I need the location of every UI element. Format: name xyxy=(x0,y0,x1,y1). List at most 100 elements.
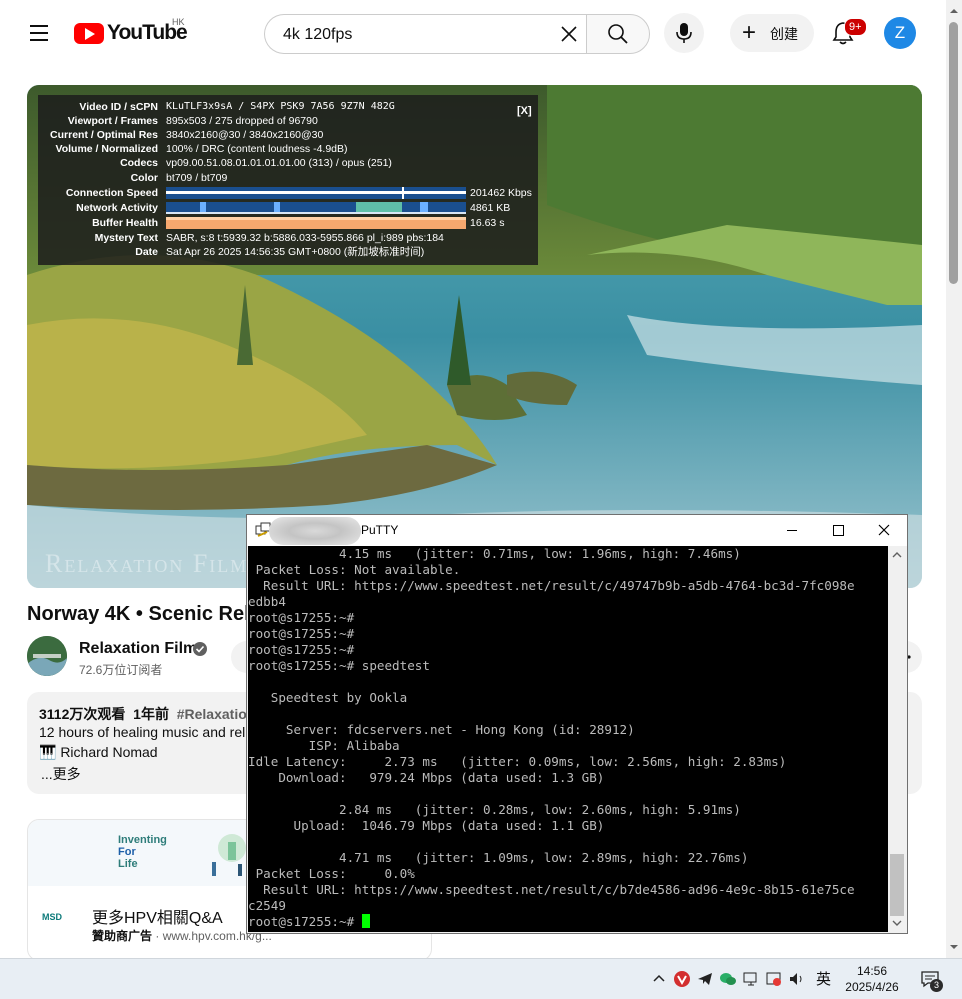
putty-window[interactable]: PuTTY 4.15 ms (jitter: 0.71ms, low: 1.96… xyxy=(246,514,908,934)
stats-value: 100% / DRC (content loudness -4.9dB) xyxy=(166,143,348,155)
telegram-tray-icon[interactable] xyxy=(696,970,714,988)
stats-label: Viewport / Frames xyxy=(67,115,158,127)
connection-speed-value: 201462 Kbps xyxy=(470,187,532,199)
terminal-prompt-line[interactable]: root@s17255:~# xyxy=(248,914,370,930)
terminal-line: Result URL: https://www.speedtest.net/re… xyxy=(248,882,855,897)
stats-row: Color bt709 / bt709 xyxy=(38,171,538,185)
stats-label: Video ID / sCPN xyxy=(79,101,158,113)
sponsored-label: 贊助商广告 xyxy=(92,929,153,943)
ad-slogan-line: For xyxy=(118,846,136,858)
close-button[interactable] xyxy=(861,515,907,546)
verified-badge-icon xyxy=(193,642,207,656)
terminal-scroll-thumb[interactable] xyxy=(890,854,904,916)
terminal-line: Speedtest by Ookla xyxy=(248,690,408,705)
terminal-scrollbar[interactable] xyxy=(888,546,906,932)
stats-value: 895x503 / 275 dropped of 96790 xyxy=(166,115,318,127)
stats-row: Current / Optimal Res 3840x2160@30 / 384… xyxy=(38,128,538,142)
volume-tray-icon[interactable] xyxy=(788,970,806,988)
putty-title: PuTTY xyxy=(361,523,399,537)
input-method-indicator[interactable]: 英 xyxy=(816,968,831,989)
notification-badge: 9+ xyxy=(844,18,867,36)
stats-label: Color xyxy=(130,172,158,184)
notification-count-badge: 3 xyxy=(930,979,943,992)
taskbar-clock[interactable]: 14:56 2025/4/26 xyxy=(840,963,904,995)
terminal-line: Server: fdcservers.net - Hong Kong (id: … xyxy=(248,722,635,737)
scroll-thumb[interactable] xyxy=(949,22,958,284)
stats-label: Current / Optimal Res xyxy=(50,129,158,141)
terminal-line: Upload: 1046.79 Mbps (data used: 1.1 GB) xyxy=(248,818,605,833)
terminal-line: 4.15 ms (jitter: 0.71ms, low: 1.96ms, hi… xyxy=(248,546,741,561)
clock-time: 14:56 xyxy=(856,964,888,978)
microphone-icon xyxy=(676,23,692,43)
terminal-line: root@s17255:~# xyxy=(248,610,355,625)
stats-row: Codecs vp09.00.51.08.01.01.01.01.00 (313… xyxy=(38,156,538,170)
show-hidden-icons-chevron-icon[interactable] xyxy=(650,970,668,988)
terminal-line: Download: 979.24 Mbps (data used: 1.3 GB… xyxy=(248,770,605,785)
stats-for-nerds-panel: [X] Video ID / sCPN KLuTLF3x9sA / S4PX P… xyxy=(38,95,538,265)
ad-title[interactable]: 更多HPV相關Q&A xyxy=(92,904,223,928)
msd-logo: MSD xyxy=(42,912,62,922)
stats-row: Date Sat Apr 26 2025 14:56:35 GMT+0800 (… xyxy=(38,245,538,259)
stats-value: bt709 / bt709 xyxy=(166,172,228,184)
stats-row: Video ID / sCPN KLuTLF3x9sA / S4PX PSK9 … xyxy=(38,100,538,114)
page-scrollbar[interactable] xyxy=(946,0,962,958)
menu-icon[interactable] xyxy=(24,20,54,46)
description-text: 12 hours of healing music and rel xyxy=(39,724,246,740)
channel-name[interactable]: Relaxation Film xyxy=(79,640,197,658)
stats-value: vp09.00.51.08.01.01.01.01.00 (313) / opu… xyxy=(166,157,392,169)
minimize-button[interactable] xyxy=(769,515,815,546)
youtube-play-icon xyxy=(74,22,104,44)
stats-value: SABR, s:8 t:5939.32 b:5886.033-5955.866 … xyxy=(166,232,444,244)
youtube-logo[interactable]: YouTube xyxy=(74,21,188,44)
scroll-down-arrow-icon[interactable] xyxy=(946,940,962,954)
youtube-header: YouTube HK + 创建 9+ Z xyxy=(0,0,946,66)
account-avatar[interactable]: Z xyxy=(884,17,916,49)
network-activity-value: 4861 KB xyxy=(470,202,511,214)
terminal-scroll-down-icon[interactable] xyxy=(888,916,906,930)
wechat-tray-icon[interactable] xyxy=(719,970,737,988)
maximize-button[interactable] xyxy=(815,515,861,546)
terminal-prompt: root@s17255:~# xyxy=(248,914,362,929)
description-credit: 🎹 Richard Nomad xyxy=(39,744,158,760)
clear-search-icon[interactable] xyxy=(559,24,579,44)
terminal-scroll-up-icon[interactable] xyxy=(888,548,906,562)
terminal-line: 2.84 ms (jitter: 0.28ms, low: 2.60ms, hi… xyxy=(248,802,741,817)
stats-label: Connection Speed xyxy=(65,187,158,199)
buffer-health-graph xyxy=(166,217,466,229)
putty-titlebar[interactable]: PuTTY xyxy=(247,515,907,546)
search-input[interactable] xyxy=(281,15,545,55)
ad-sponsor-line: 贊助商广告 · www.hpv.com.hk/g... xyxy=(92,929,272,943)
windows-taskbar: 英 14:56 2025/4/26 3 xyxy=(0,958,962,999)
terminal-line: Packet Loss: 0.0% xyxy=(248,866,415,881)
terminal-line: root@s17255:~# speedtest xyxy=(248,658,430,673)
stats-row: Buffer Health 16.63 s xyxy=(38,216,538,230)
terminal-line: Result URL: https://www.speedtest.net/re… xyxy=(248,578,855,593)
subscriber-count: 72.6万位订阅者 xyxy=(79,663,163,677)
redacted-hostname xyxy=(269,517,361,545)
channel-avatar[interactable] xyxy=(27,636,67,676)
upload-age: 1年前 xyxy=(133,706,169,722)
stats-value: Sat Apr 26 2025 14:56:35 GMT+0800 (新加坡标准… xyxy=(166,246,425,258)
stats-row: Mystery Text SABR, s:8 t:5939.32 b:5886.… xyxy=(38,231,538,245)
network-activity-graph xyxy=(166,202,466,214)
network-tray-icon[interactable] xyxy=(742,970,760,988)
ad-brand-slogan: Inventing For Life xyxy=(118,834,167,870)
search-button[interactable] xyxy=(586,14,650,54)
stats-label: Volume / Normalized xyxy=(55,143,159,155)
clock-date: 2025/4/26 xyxy=(845,980,899,994)
update-tray-icon[interactable] xyxy=(765,970,783,988)
stats-label: Date xyxy=(135,246,158,258)
terminal-line: Packet Loss: Not available. xyxy=(248,562,461,577)
hashtag-link[interactable]: #Relaxation xyxy=(177,706,256,722)
create-button[interactable]: + 创建 xyxy=(730,14,814,52)
scroll-up-arrow-icon[interactable] xyxy=(946,4,962,18)
connection-speed-graph xyxy=(166,187,466,199)
antivirus-tray-icon[interactable] xyxy=(673,970,691,988)
voice-search-button[interactable] xyxy=(664,13,704,53)
terminal-screen[interactable]: 4.15 ms (jitter: 0.71ms, low: 1.96ms, hi… xyxy=(248,546,888,932)
video-watermark: Relaxation Film xyxy=(45,549,249,578)
show-more-link[interactable]: ...更多 xyxy=(41,764,81,784)
search-icon xyxy=(608,24,628,44)
terminal-line: root@s17255:~# xyxy=(248,626,355,641)
minimize-icon xyxy=(787,530,797,531)
